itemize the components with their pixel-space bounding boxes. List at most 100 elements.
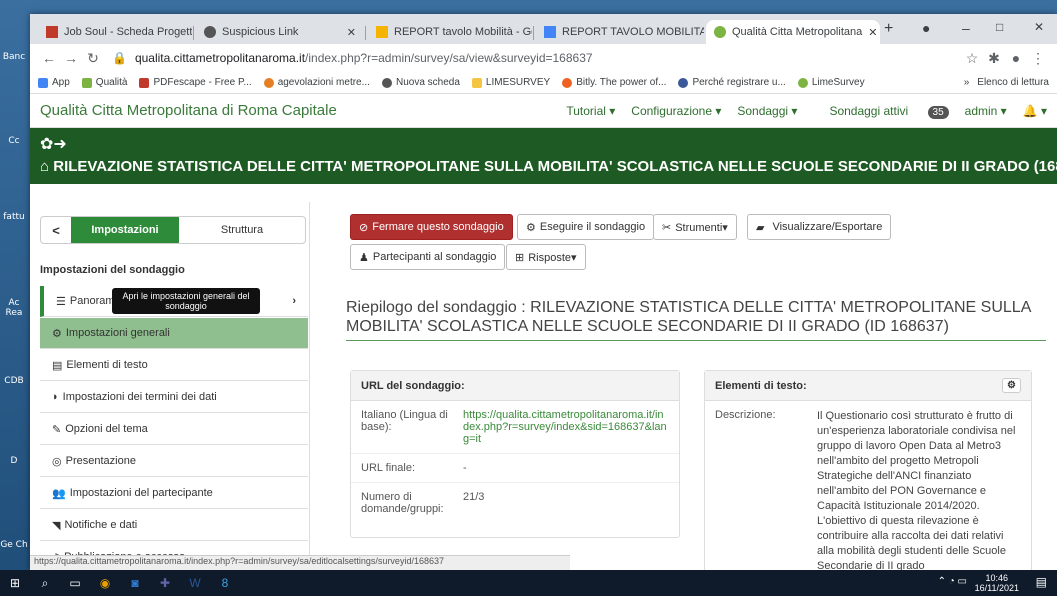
notifications-menu[interactable]: 🔔 ▾ bbox=[1023, 104, 1047, 118]
row-value: 21/3 bbox=[463, 491, 485, 503]
bookmark-app[interactable]: App bbox=[38, 77, 70, 88]
star-icon[interactable]: ☆ bbox=[961, 50, 983, 67]
teams-icon[interactable]: ✚ bbox=[150, 570, 180, 596]
bookmarks-more[interactable]: » bbox=[964, 77, 970, 88]
bookmark-limesurvey-folder[interactable]: LIMESURVEY bbox=[471, 77, 550, 88]
sidebar-item-participant-settings[interactable]: 👥 Impostazioni del partecipante bbox=[40, 478, 308, 509]
outlook-icon[interactable]: ◙ bbox=[120, 570, 150, 596]
chrome-icon[interactable]: ◉ bbox=[90, 570, 120, 596]
sidebar-item-notifications[interactable]: ◥ Notifiche e dati bbox=[40, 510, 308, 541]
tab-favicon bbox=[204, 26, 216, 38]
close-icon[interactable]: ✕ bbox=[862, 26, 877, 39]
app-icon[interactable]: 8 bbox=[210, 570, 240, 596]
surveys-menu[interactable]: Sondaggi ▾ bbox=[737, 104, 797, 118]
bookmark-bitly[interactable]: Bitly. The power of... bbox=[562, 77, 666, 88]
tray-icons[interactable]: ⌃ ◔ ▭ bbox=[938, 576, 967, 587]
sidebar-item-theme-options[interactable]: ✎ Opzioni del tema bbox=[40, 414, 308, 445]
word-icon[interactable]: W bbox=[180, 570, 210, 596]
tab-title: REPORT TAVOLO MOBILITA' bbox=[562, 26, 704, 38]
tab-structure[interactable]: Struttura bbox=[179, 224, 305, 236]
view-export-button[interactable]: ▰ Visualizzare/Esportare bbox=[747, 214, 892, 240]
menu-icon[interactable]: ⋮ bbox=[1027, 50, 1049, 67]
participants-button[interactable]: ♟ Partecipanti al sondaggio bbox=[350, 244, 506, 270]
bookmark-agevolazioni[interactable]: agevolazioni metre... bbox=[263, 77, 370, 88]
maximize-button[interactable]: □ bbox=[996, 20, 1003, 34]
clock[interactable]: 10:46 16/11/2021 bbox=[975, 573, 1019, 593]
desktop-icon-6[interactable]: D bbox=[0, 456, 28, 466]
survey-link[interactable]: https://qualita.cittametropolitanaroma.i… bbox=[463, 409, 669, 445]
back-arrow-icon[interactable]: ← bbox=[38, 50, 60, 66]
avatar[interactable]: ● bbox=[1005, 50, 1027, 66]
tab-favicon bbox=[714, 26, 726, 38]
extensions-icon[interactable]: ✱ bbox=[983, 50, 1005, 67]
bookmark-pdfescape[interactable]: PDFescape - Free P... bbox=[139, 77, 252, 88]
sidebar-item-general-settings[interactable]: ⚙ Impostazioni generali bbox=[40, 318, 308, 349]
new-tab-button[interactable]: + bbox=[884, 20, 893, 38]
desktop-icon-1[interactable]: Banc bbox=[0, 52, 28, 62]
windows-start-icon[interactable]: ⊞ bbox=[0, 570, 30, 596]
notification-icon[interactable]: ▤ bbox=[1036, 575, 1047, 589]
stop-icon: ⊘ bbox=[359, 221, 369, 234]
home-icon[interactable]: ⌂ bbox=[40, 158, 53, 175]
desktop-icon-5[interactable]: CDB bbox=[0, 376, 28, 386]
bitly-icon bbox=[562, 77, 573, 88]
stop-survey-button[interactable]: ⊘ Fermare questo sondaggio bbox=[350, 214, 513, 240]
bookmark-nuova-scheda[interactable]: Nuova scheda bbox=[381, 77, 460, 88]
admin-menu[interactable]: admin ▾ bbox=[965, 104, 1007, 118]
profile-icon[interactable]: ● bbox=[922, 20, 930, 36]
row-key: URL finale: bbox=[361, 462, 416, 474]
active-count-badge: 35 bbox=[927, 105, 949, 119]
desktop-icon-3[interactable]: fattu bbox=[0, 212, 28, 222]
reload-icon[interactable]: ↻ bbox=[82, 50, 104, 67]
row-value: - bbox=[463, 462, 467, 474]
row-key: Italiano (Lingua di base): bbox=[361, 409, 448, 433]
search-icon[interactable]: ⌕ bbox=[30, 570, 60, 596]
tab-report-tavolo[interactable]: REPORT TAVOLO MOBILITA'✕ bbox=[536, 20, 704, 44]
sidebar-item-presentation[interactable]: ◎ Presentazione bbox=[40, 446, 308, 477]
tab-favicon bbox=[46, 26, 58, 38]
tab-settings[interactable]: Impostazioni bbox=[71, 217, 179, 243]
sidebar-item-text-elements[interactable]: ▤ Elementi di testo bbox=[40, 350, 308, 381]
forward-arrow-icon[interactable]: → bbox=[60, 50, 82, 66]
task-view-icon[interactable]: ▭ bbox=[60, 570, 90, 596]
minimize-button[interactable]: – bbox=[962, 20, 970, 36]
globe-icon bbox=[263, 77, 274, 88]
desktop-icon-2[interactable]: Cc bbox=[0, 136, 28, 146]
collapse-sidebar-button[interactable]: < bbox=[41, 223, 71, 238]
leaf-icon bbox=[81, 77, 92, 88]
tab-qualita[interactable]: Qualità Citta Metropolitana ✕ bbox=[706, 20, 880, 44]
button-label: Eseguire il sondaggio bbox=[539, 221, 646, 233]
sidebar-item-data-policy[interactable]: ◗ Impostazioni dei termini dei dati bbox=[40, 382, 308, 413]
tutorial-menu[interactable]: Tutorial ▾ bbox=[566, 104, 615, 118]
active-surveys-link[interactable]: Sondaggi attivi 35 bbox=[813, 104, 949, 119]
tools-button[interactable]: ✂ Strumenti▾ bbox=[653, 214, 737, 240]
table-row: Italiano (Lingua di base): https://qualit… bbox=[351, 401, 679, 454]
bookmark-qualita[interactable]: Qualità bbox=[81, 77, 127, 88]
row-key: Descrizione: bbox=[715, 409, 776, 421]
browser-window: Job Soul - Scheda Progetto F✕ Suspicious… bbox=[30, 14, 1057, 570]
tools-icon: ✂ bbox=[662, 221, 672, 234]
brand-title[interactable]: Qualità Citta Metropolitana di Roma Capi… bbox=[40, 102, 337, 119]
close-window-button[interactable]: ✕ bbox=[1034, 20, 1044, 34]
desktop-icon-7[interactable]: Ge Ch bbox=[0, 540, 28, 550]
users-icon: 👥 bbox=[52, 487, 66, 500]
leaf-icon bbox=[797, 77, 808, 88]
chevron-right-icon: › bbox=[292, 295, 296, 307]
bookmark-perche[interactable]: Perché registrare u... bbox=[678, 77, 786, 88]
address-bar[interactable]: 🔒 qualita.cittametropolitanaroma.it/index… bbox=[112, 47, 961, 69]
desktop-icon-4[interactable]: Ac Rea bbox=[0, 298, 28, 318]
responses-button[interactable]: ⊞ Risposte▾ bbox=[506, 244, 586, 270]
shield-icon: ◗ bbox=[52, 391, 59, 403]
close-icon[interactable]: ✕ bbox=[341, 26, 356, 39]
run-survey-button[interactable]: ⚙ Eseguire il sondaggio bbox=[517, 214, 655, 240]
folder-icon bbox=[471, 77, 482, 88]
tab-report-mobilita[interactable]: REPORT tavolo Mobilità - Go✕ bbox=[368, 20, 532, 44]
button-label: Strumenti▾ bbox=[675, 221, 728, 234]
bookmark-limesurvey[interactable]: LimeSurvey bbox=[797, 77, 865, 88]
gears-icon: ⚙ bbox=[52, 327, 62, 340]
reading-list[interactable]: Elenco di lettura bbox=[977, 77, 1049, 88]
configuration-menu[interactable]: Configurazione ▾ bbox=[631, 104, 721, 118]
tab-job-soul[interactable]: Job Soul - Scheda Progetto F✕ bbox=[38, 20, 192, 44]
tab-suspicious-link[interactable]: Suspicious Link ✕ bbox=[196, 20, 364, 44]
gears-icon[interactable]: ⚙ bbox=[1002, 378, 1021, 393]
